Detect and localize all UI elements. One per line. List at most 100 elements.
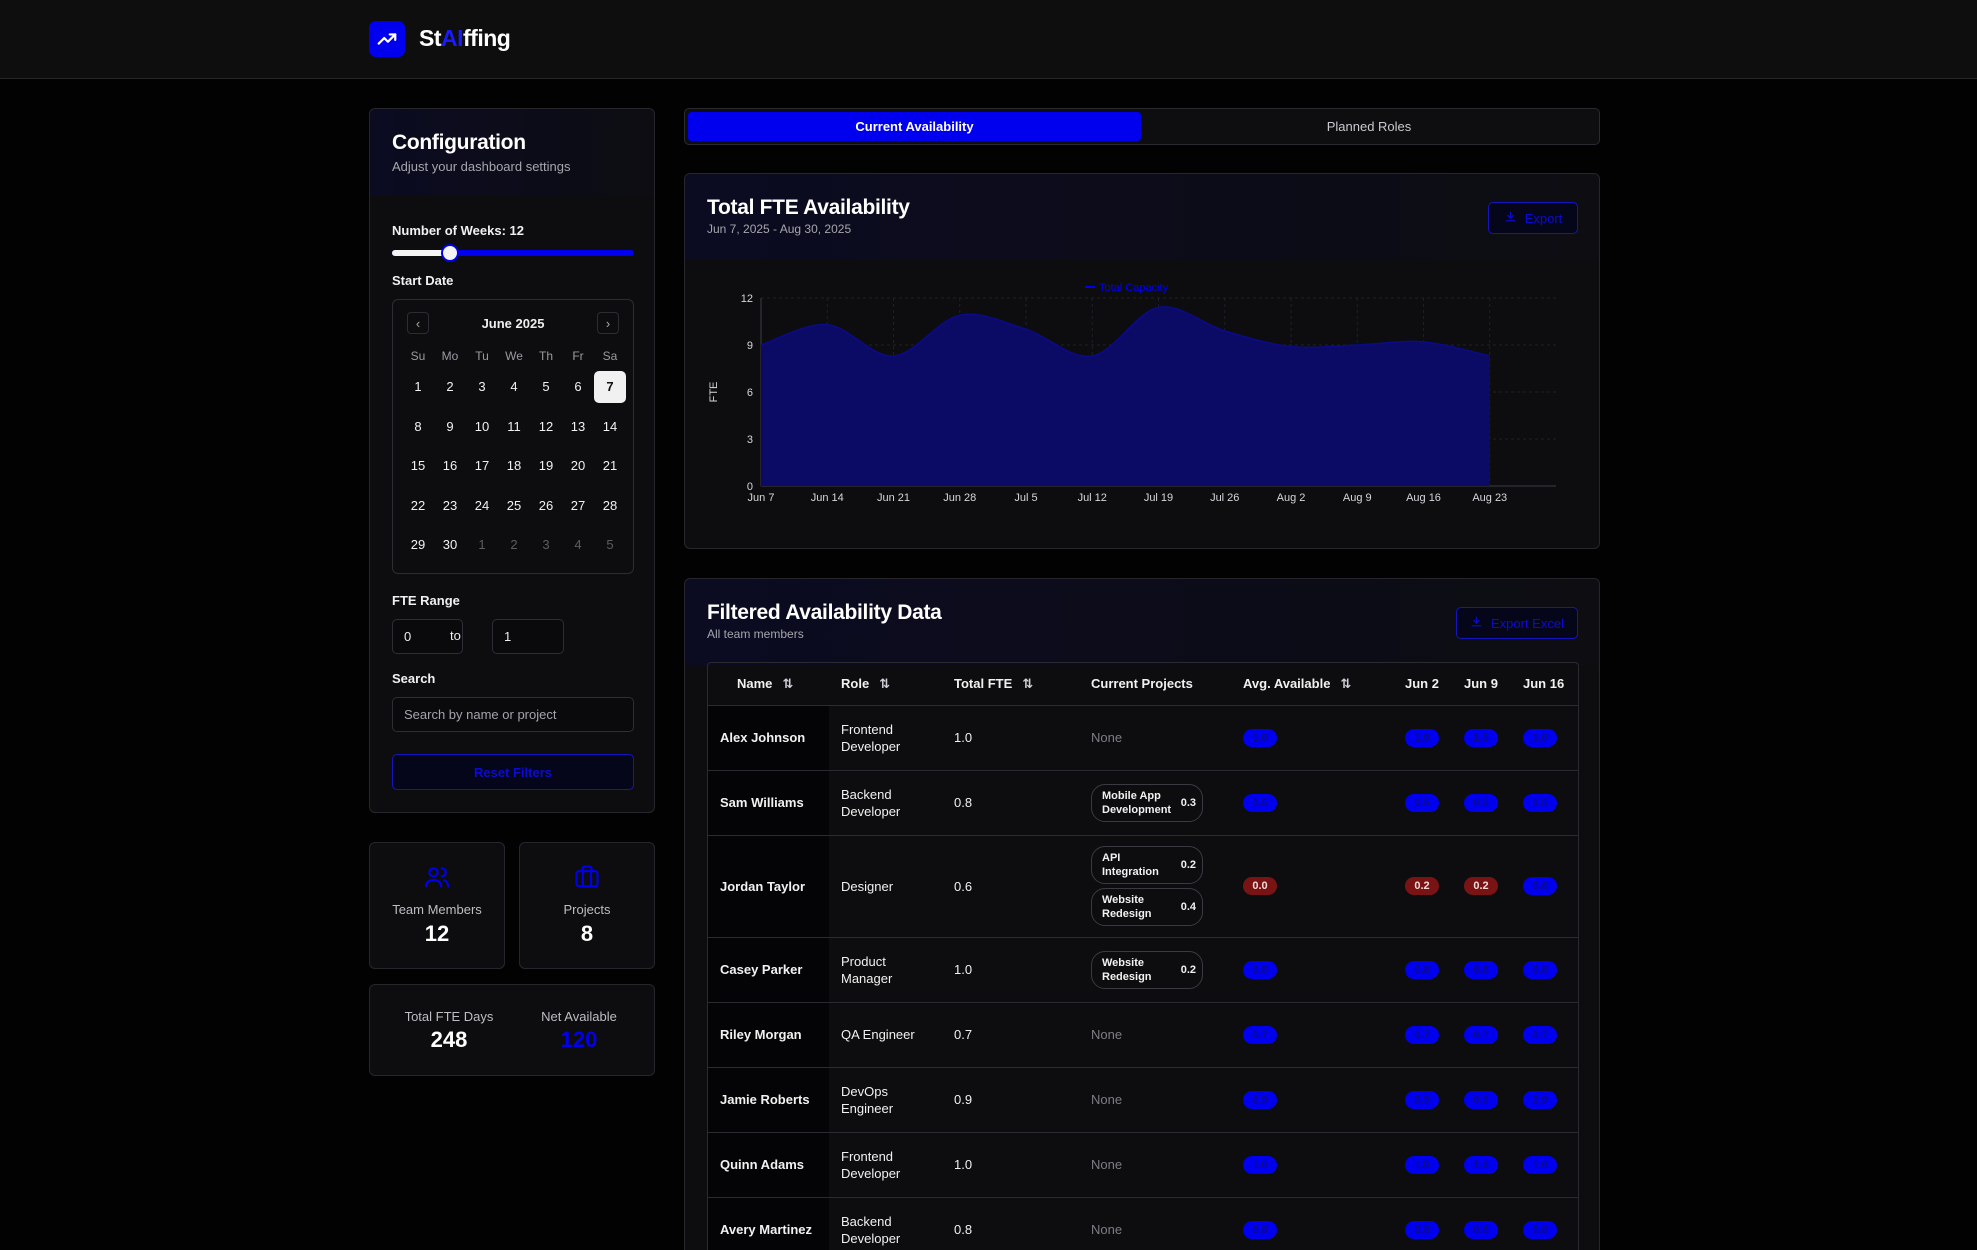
calendar-day[interactable]: 4: [562, 525, 594, 565]
next-month-button[interactable]: ›: [597, 312, 619, 334]
table-row[interactable]: Jamie Roberts DevOps Engineer 0.9 None 0.9 0.…: [708, 1066, 1578, 1132]
availability-pill: 0.5: [1523, 793, 1557, 812]
week-availability: 0.8: [1452, 936, 1511, 1002]
calendar-day[interactable]: 8: [402, 407, 434, 447]
x-tick-label: Aug 23: [1472, 492, 1507, 504]
calendar-day-number: 29: [410, 537, 426, 553]
export-excel-button[interactable]: Export Excel: [1456, 607, 1578, 639]
table-row[interactable]: Jordan Taylor Designer 0.6 API Integration 0…: [708, 834, 1578, 937]
reset-filters-button[interactable]: Reset Filters: [392, 754, 634, 790]
member-projects: None: [1079, 1066, 1231, 1132]
fte-max-input[interactable]: [492, 619, 564, 654]
project-chip[interactable]: Website Redesign 0.4: [1091, 888, 1203, 926]
column-header[interactable]: Avg. Available ⇅: [1231, 663, 1393, 705]
weeks-slider[interactable]: [392, 244, 634, 262]
column-header[interactable]: Name ⇅: [708, 663, 829, 705]
calendar-day[interactable]: 24: [466, 486, 498, 526]
member-total-fte: 1.0: [942, 936, 1079, 1002]
member-avg-available: 0.0: [1231, 834, 1393, 937]
calendar-day[interactable]: 19: [530, 446, 562, 486]
x-tick-label: Aug 16: [1406, 492, 1441, 504]
calendar-day[interactable]: 22: [402, 486, 434, 526]
availability-pill: 0.9: [1464, 1090, 1498, 1109]
calendar-day-number: 16: [442, 458, 458, 474]
table-row[interactable]: Alex Johnson Frontend Developer 1.0 None 1.0…: [708, 704, 1578, 770]
calendar-day-number: 15: [410, 458, 426, 474]
calendar-day-number: 12: [538, 418, 554, 434]
calendar-day[interactable]: 10: [466, 407, 498, 447]
search-input[interactable]: Search by name or project: [392, 697, 634, 732]
calendar-day[interactable]: 29: [402, 525, 434, 565]
calendar-day[interactable]: 3: [466, 367, 498, 407]
sort-icon[interactable]: ⇅: [782, 676, 793, 691]
calendar-day[interactable]: 2: [498, 525, 530, 565]
configuration-subtitle: Adjust your dashboard settings: [392, 159, 571, 174]
member-avg-available: 0.8: [1231, 936, 1393, 1002]
calendar-day[interactable]: 5: [530, 367, 562, 407]
legend-label: Total Capacity: [1099, 282, 1169, 294]
member-role: Backend Developer: [829, 1196, 942, 1250]
table-row[interactable]: Quinn Adams Frontend Developer 1.0 None 1.0 1…: [708, 1131, 1578, 1197]
weeks-slider-thumb[interactable]: [441, 244, 460, 262]
calendar-day-number: 7: [594, 370, 626, 403]
member-role: QA Engineer: [829, 1001, 942, 1067]
calendar-day[interactable]: 27: [562, 486, 594, 526]
calendar-day[interactable]: 9: [434, 407, 466, 447]
project-chip[interactable]: API Integration 0.2: [1091, 846, 1203, 884]
calendar-day[interactable]: 4: [498, 367, 530, 407]
trending-up-icon: [369, 21, 405, 57]
column-header[interactable]: Total FTE ⇅: [942, 663, 1079, 705]
table-card-title-group: Filtered Availability Data All team memb…: [707, 601, 942, 641]
calendar-day[interactable]: 26: [530, 486, 562, 526]
app-logo[interactable]: StAIffing: [419, 25, 511, 52]
calendar-day[interactable]: 12: [530, 407, 562, 447]
table-row[interactable]: Avery Martinez Backend Developer 0.8 None 0.…: [708, 1196, 1578, 1250]
project-chip[interactable]: Mobile App Development 0.3: [1091, 783, 1203, 822]
export-chart-button[interactable]: Export: [1488, 202, 1578, 234]
calendar-day-number: 24: [474, 497, 490, 513]
project-name: Website Redesign: [1102, 894, 1152, 920]
tab-current-availability[interactable]: Current Availability: [688, 112, 1141, 141]
calendar-day[interactable]: 3: [530, 525, 562, 565]
calendar-day-number: 6: [574, 379, 582, 395]
sort-icon[interactable]: ⇅: [1022, 676, 1033, 691]
table-row[interactable]: Riley Morgan QA Engineer 0.7 None 0.7 0.7 0.7 0…: [708, 1001, 1578, 1067]
calendar-day[interactable]: 1: [466, 525, 498, 565]
calendar-day[interactable]: 18: [498, 446, 530, 486]
member-name: Sam Williams: [708, 769, 829, 835]
table-row[interactable]: Sam Williams Backend Developer 0.8 Mobile A…: [708, 769, 1578, 835]
column-header: Jun 9: [1452, 663, 1511, 705]
calendar-day[interactable]: 13: [562, 407, 594, 447]
calendar-day[interactable]: 21: [594, 446, 626, 486]
sort-icon[interactable]: ⇅: [1340, 676, 1351, 691]
column-header[interactable]: Role ⇅: [829, 663, 942, 705]
calendar-day[interactable]: 20: [562, 446, 594, 486]
calendar-day[interactable]: 14: [594, 407, 626, 447]
fte-range-label: FTE Range: [392, 593, 460, 608]
calendar-day[interactable]: 16: [434, 446, 466, 486]
calendar-day[interactable]: 23: [434, 486, 466, 526]
week-availability: 0.7: [1511, 1001, 1578, 1067]
calendar-day[interactable]: 25: [498, 486, 530, 526]
calendar-day[interactable]: 30: [434, 525, 466, 565]
table-row[interactable]: Casey Parker Product Manager 1.0 Website Re…: [708, 936, 1578, 1002]
calendar-day[interactable]: 28: [594, 486, 626, 526]
no-projects: None: [1091, 1092, 1123, 1107]
table-card-title: Filtered Availability Data: [707, 601, 942, 624]
project-chip[interactable]: Website Redesign 0.2: [1091, 950, 1203, 989]
calendar-day[interactable]: 17: [466, 446, 498, 486]
member-name: Alex Johnson: [708, 704, 829, 770]
project-fte: 0.2: [1180, 963, 1196, 976]
calendar-day-selected[interactable]: 7: [594, 367, 626, 407]
member-projects: None: [1079, 1001, 1231, 1067]
availability-pill: 0.8: [1405, 1220, 1439, 1239]
week-availability: 0.8: [1452, 1196, 1511, 1250]
calendar-day[interactable]: 5: [594, 525, 626, 565]
calendar-day[interactable]: 11: [498, 407, 530, 447]
calendar-day[interactable]: 2: [434, 367, 466, 407]
sort-icon[interactable]: ⇅: [879, 676, 890, 691]
calendar-day[interactable]: 6: [562, 367, 594, 407]
calendar-day[interactable]: 1: [402, 367, 434, 407]
tab-planned-roles[interactable]: Planned Roles: [1141, 112, 1597, 141]
calendar-day[interactable]: 15: [402, 446, 434, 486]
